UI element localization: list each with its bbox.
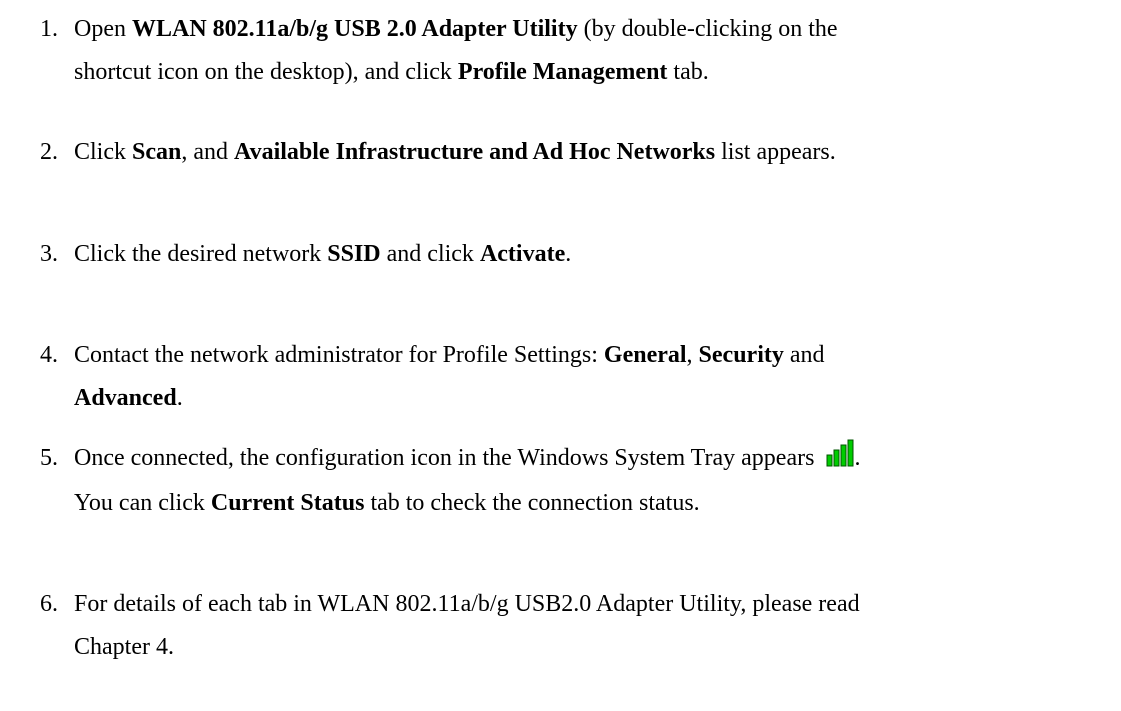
tab-name: Profile Management — [457, 59, 668, 85]
text-run: . — [176, 385, 183, 411]
step-line: Click Scan, and Available Infrastructure… — [74, 131, 1114, 174]
tab-name: General — [603, 342, 687, 368]
signal-strength-icon — [826, 439, 854, 482]
step-line: Click the desired network SSID and click… — [74, 233, 1114, 276]
step-number: 2. — [40, 139, 58, 165]
text-run: Once connected, the configuration icon i… — [74, 445, 815, 471]
step-number: 3. — [40, 241, 58, 267]
text-run: list appears. — [715, 139, 836, 165]
field-name: SSID — [327, 241, 381, 267]
list-name: Available Infrastructure and Ad Hoc Netw… — [234, 139, 716, 165]
step-line: Contact the network administrator for Pr… — [74, 334, 1114, 377]
text-run: Chapter 4. — [74, 634, 174, 660]
text-run: and — [783, 342, 825, 368]
app-name: WLAN 802.11a/b/g USB 2.0 Adapter Utility — [131, 16, 578, 42]
step-text: Open WLAN 802.11a/b/g USB 2.0 Adapter Ut… — [74, 8, 1114, 94]
step-text: Contact the network administrator for Pr… — [74, 334, 1114, 420]
step-text: Click Scan, and Available Infrastructure… — [74, 131, 1114, 174]
text-run: tab to check the connection status. — [364, 490, 700, 516]
step-text: For details of each tab in WLAN 802.11a/… — [74, 583, 1114, 669]
text-run: . — [565, 241, 572, 267]
tab-name: Current Status — [210, 490, 365, 516]
text-run: Contact the network administrator for Pr… — [74, 342, 604, 368]
text-run: . — [854, 445, 861, 471]
step-text: Once connected, the configuration icon i… — [74, 437, 1114, 525]
step-number: 5. — [40, 445, 58, 471]
text-run: Click — [74, 139, 132, 165]
text-run: For details of each tab in WLAN 802.11a/… — [74, 591, 860, 617]
button-name: Activate — [479, 241, 566, 267]
step-text: Click the desired network SSID and click… — [74, 233, 1114, 276]
tab-name: Advanced — [74, 385, 177, 411]
text-run: , — [686, 342, 699, 368]
text-run: tab. — [667, 59, 709, 85]
step-line: For details of each tab in WLAN 802.11a/… — [74, 583, 1114, 626]
step-line: Once connected, the configuration icon i… — [74, 437, 1114, 482]
text-run: Open — [74, 16, 132, 42]
text-run: You can click — [74, 490, 211, 516]
tab-name: Security — [698, 342, 784, 368]
step-line: shortcut icon on the desktop), and click… — [74, 51, 1114, 94]
step-line: Chapter 4. — [74, 626, 1114, 669]
text-run: Click the desired network — [74, 241, 328, 267]
step-number: 1. — [40, 16, 58, 42]
step-line: Open WLAN 802.11a/b/g USB 2.0 Adapter Ut… — [74, 8, 1114, 51]
text-run: shortcut icon on the desktop), and click — [74, 59, 458, 85]
step-line: You can click Current Status tab to chec… — [74, 482, 1114, 525]
step-line: Advanced. — [74, 377, 1114, 420]
step-number: 4. — [40, 342, 58, 368]
text-run: and click — [380, 241, 480, 267]
text-run: , and — [181, 139, 235, 165]
button-name: Scan — [132, 139, 182, 165]
text-run: (by double-clicking on the — [577, 16, 838, 42]
step-number: 6. — [40, 591, 58, 617]
